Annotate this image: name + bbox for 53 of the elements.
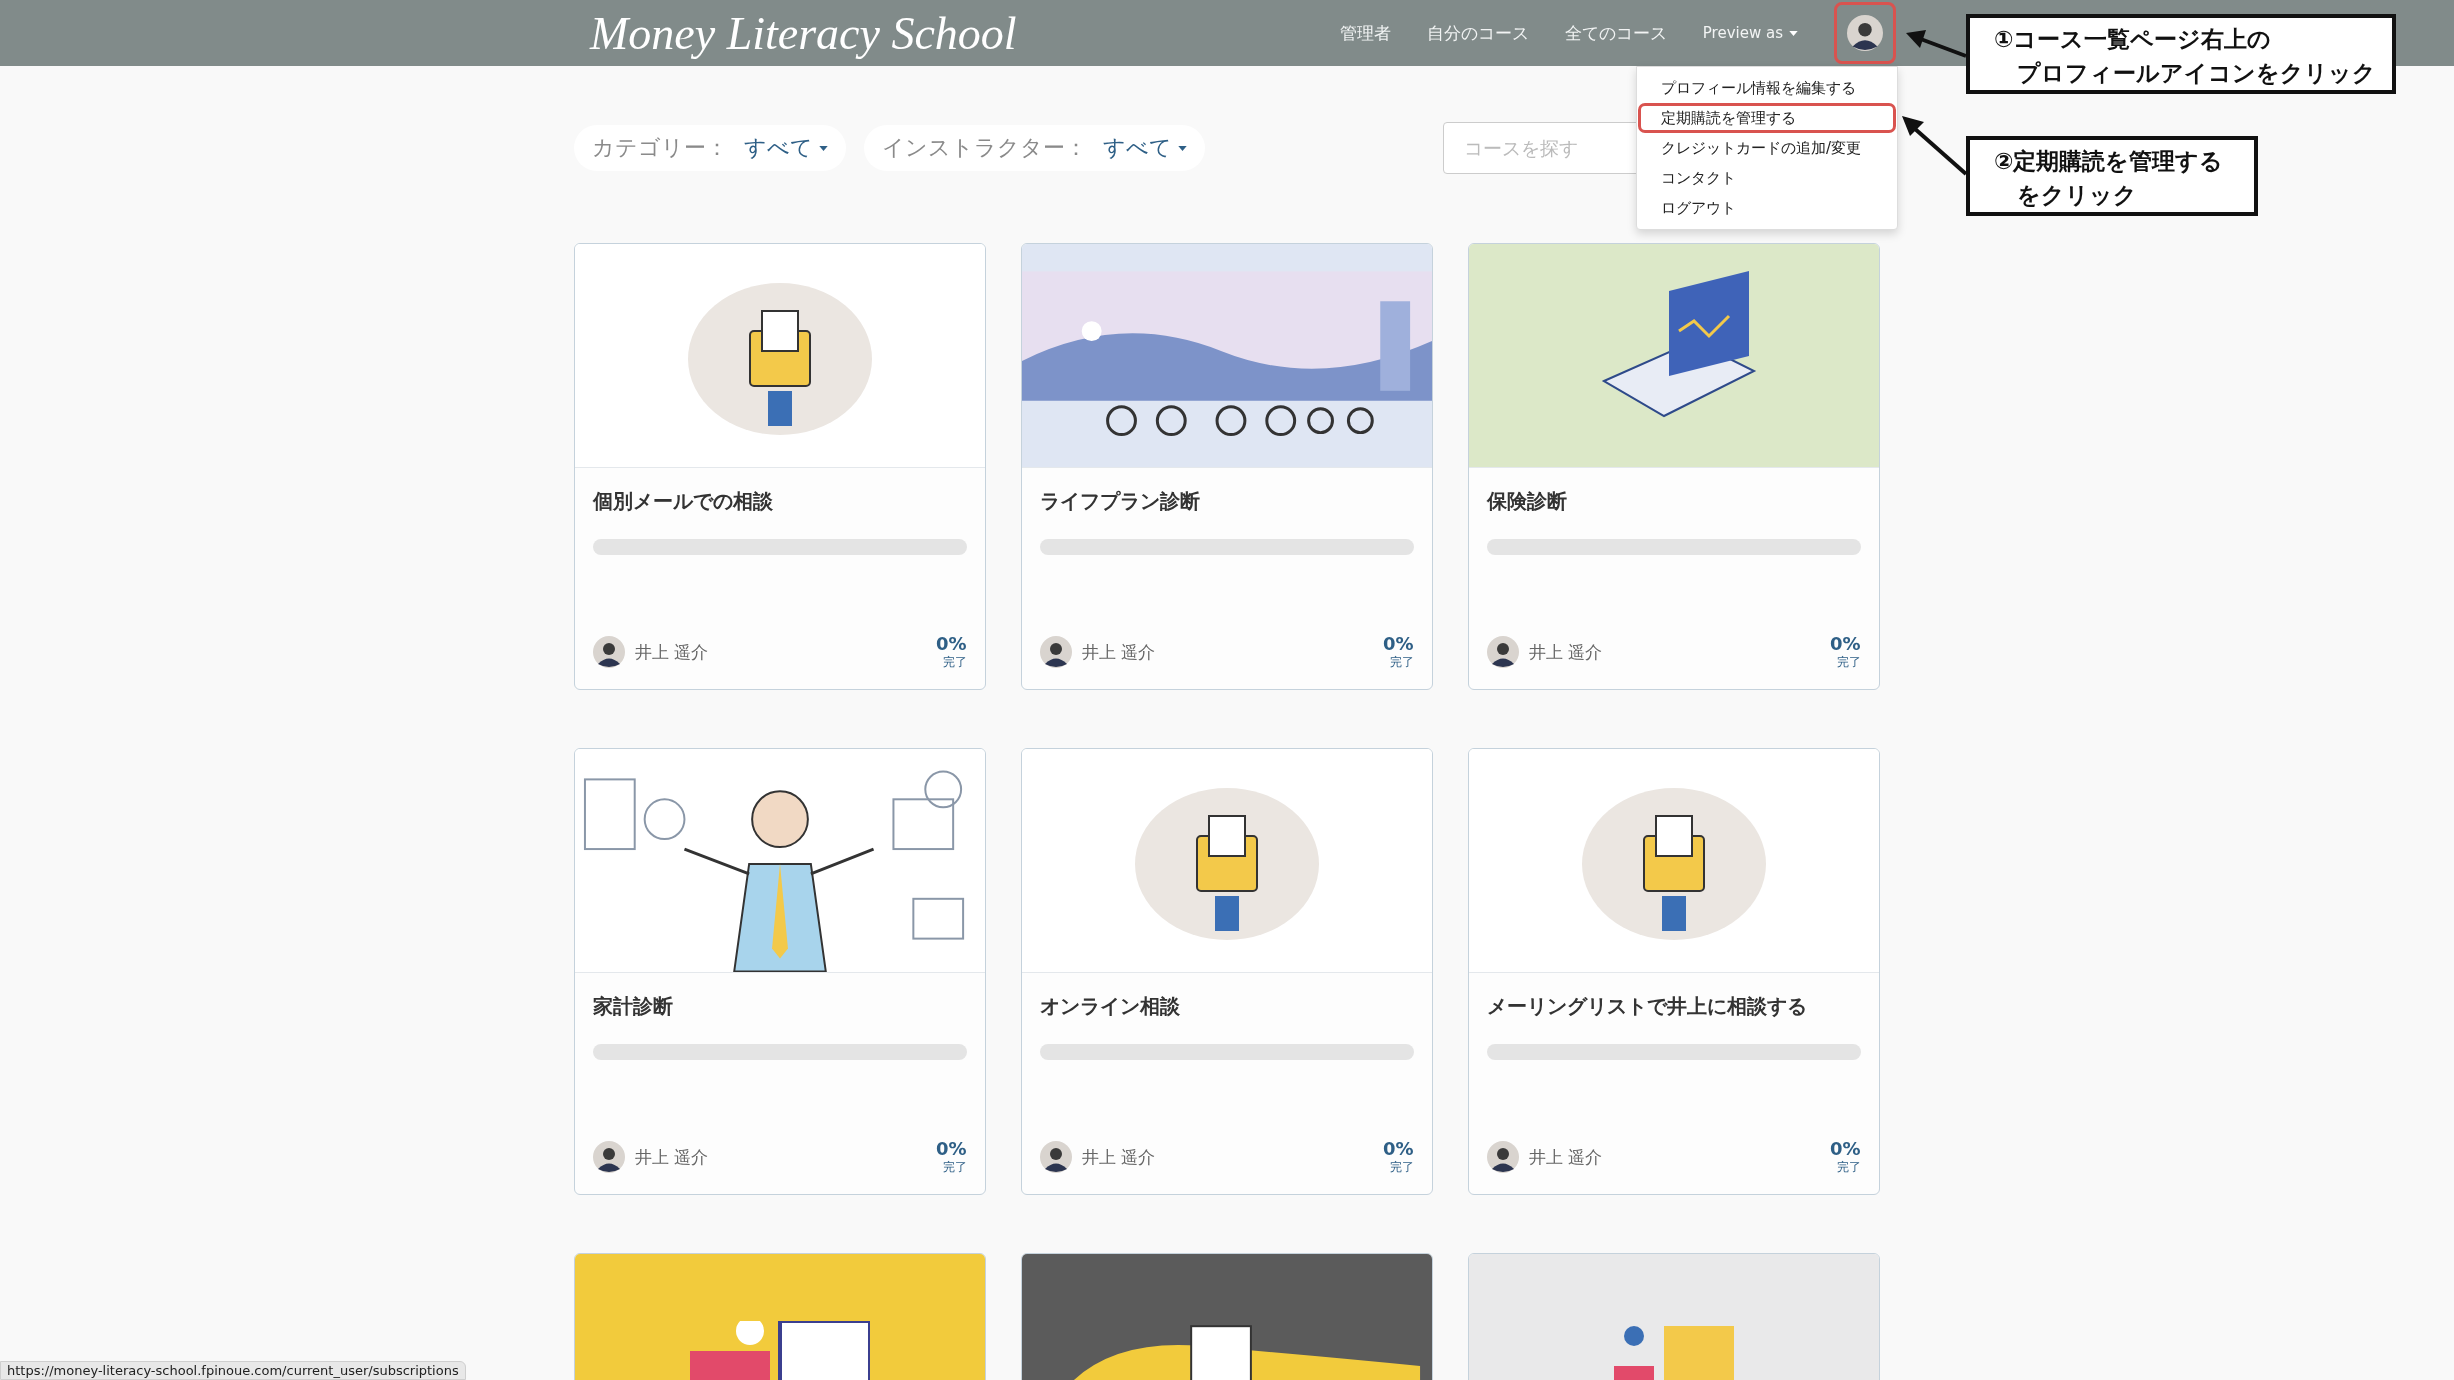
menu-item[interactable]: ログアウト — [1638, 193, 1896, 223]
progress-status: 完了 — [942, 654, 967, 671]
progress-percent: 0% — [935, 633, 967, 654]
filter-dropdown[interactable]: すべて — [1102, 133, 1187, 163]
progress-percent: 0% — [1382, 1138, 1414, 1159]
instructor-name: 井上 遥介 — [634, 1145, 708, 1169]
caret-icon — [818, 145, 828, 151]
course-title: 保険診断 — [1486, 488, 1568, 515]
course-title: 個別メールでの相談 — [592, 488, 774, 515]
avatar-icon — [1847, 15, 1883, 51]
course-title: 家計診断 — [592, 993, 674, 1020]
instructor-name: 井上 遥介 — [1081, 1145, 1155, 1169]
course-title: ライフプラン診断 — [1039, 488, 1201, 515]
progress-percent: 0% — [935, 1138, 967, 1159]
course-card[interactable]: 個別メールでの相談 井上 遥介 0% 完了 — [573, 243, 986, 690]
menu-item[interactable]: 定期購読を管理する — [1638, 103, 1896, 133]
caret-icon — [1177, 145, 1187, 151]
course-title: メーリングリストで井上に相談する — [1486, 993, 1808, 1020]
progress-status: 完了 — [1836, 1159, 1861, 1176]
progress-status: 完了 — [1389, 654, 1414, 671]
filter-label: インストラクター： — [881, 134, 1087, 162]
course-card[interactable]: ライフプラン診断 井上 遥介 0% 完了 — [1020, 243, 1433, 690]
annotation-callout: ②定期購読を管理する をクリック — [1966, 136, 2258, 216]
course-card[interactable]: オンライン相談 井上 遥介 0% 完了 — [1020, 748, 1433, 1195]
filter-label: カテゴリー： — [591, 134, 728, 162]
instructor-name: 井上 遥介 — [1081, 640, 1155, 664]
avatar-icon — [1486, 636, 1519, 668]
avatar-icon — [592, 636, 625, 668]
instructor-name: 井上 遥介 — [1528, 640, 1602, 664]
avatar-icon — [1486, 1141, 1519, 1173]
status-bar-url: https://money-literacy-school.fpinoue.com/current_user/subscriptions — [0, 1361, 466, 1380]
menu-item[interactable]: プロフィール情報を編集する — [1638, 73, 1896, 103]
progress-status: 完了 — [1389, 1159, 1414, 1176]
instructor-name: 井上 遥介 — [634, 640, 708, 664]
caret-icon — [1789, 30, 1798, 36]
annotation-callout: ①コース一覧ページ右上の プロフィールアイコンをクリック — [1966, 14, 2396, 94]
progress-status: 完了 — [1836, 654, 1861, 671]
course-card[interactable]: メーリングリストで井上に相談する 井上 遥介 0% 完了 — [1467, 748, 1880, 1195]
course-card[interactable]: 家計診断 井上 遥介 0% 完了 — [573, 748, 986, 1195]
filter-dropdown[interactable]: すべて — [743, 133, 828, 163]
course-title: オンライン相談 — [1039, 993, 1181, 1020]
avatar-icon — [1039, 636, 1072, 668]
site-logo[interactable]: Money Literacy School — [590, 6, 1017, 60]
course-card[interactable]: 保険診断 井上 遥介 0% 完了 — [1467, 243, 1880, 690]
progress-percent: 0% — [1382, 633, 1414, 654]
progress-percent: 0% — [1829, 1138, 1861, 1159]
arrow-icon — [1900, 114, 1968, 176]
avatar-icon — [1039, 1141, 1072, 1173]
profile-avatar-button[interactable] — [1834, 2, 1896, 64]
avatar-icon — [592, 1141, 625, 1173]
progress-percent: 0% — [1829, 633, 1861, 654]
progress-status: 完了 — [942, 1159, 967, 1176]
instructor-name: 井上 遥介 — [1528, 1145, 1602, 1169]
